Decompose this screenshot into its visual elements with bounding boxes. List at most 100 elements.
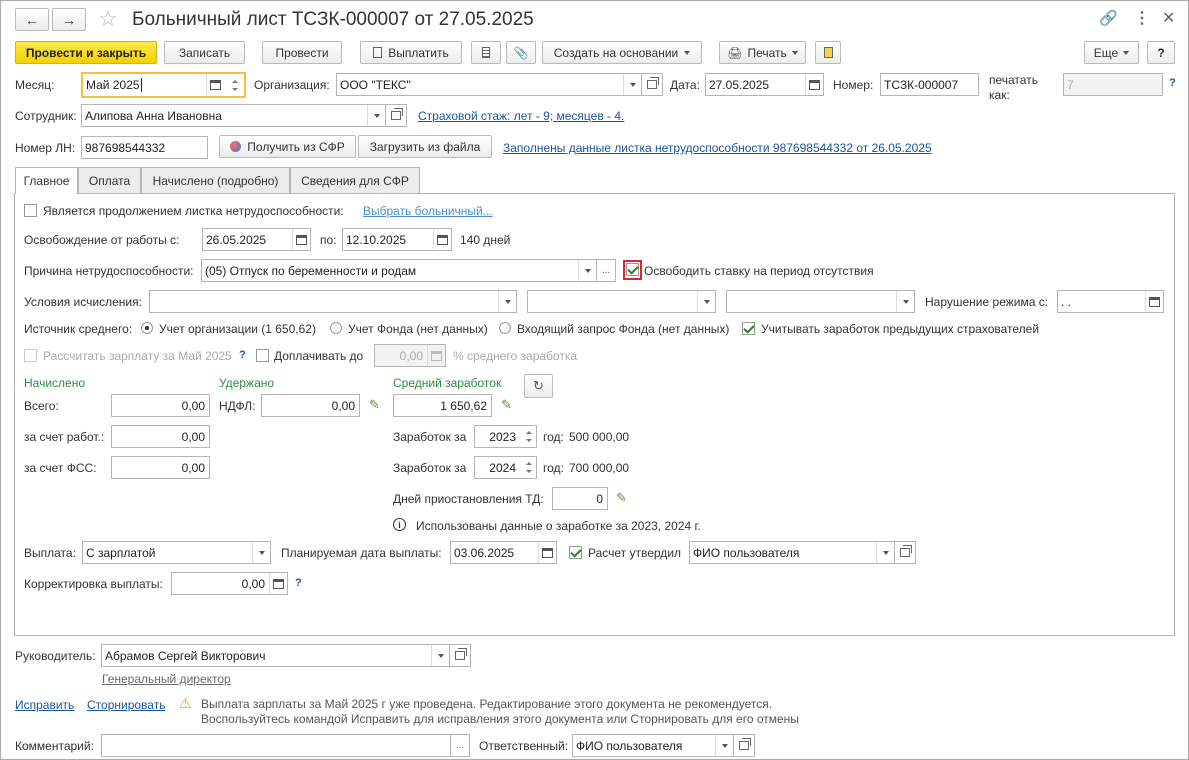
pay-button[interactable]: Выплатить — [360, 41, 462, 64]
earn2-year-field[interactable]: 2024 — [474, 456, 537, 479]
topup-calculator[interactable] — [427, 345, 445, 366]
month-field[interactable]: Май 2025 — [81, 72, 246, 98]
topup-checkbox[interactable] — [256, 349, 269, 362]
approved-field[interactable]: ФИО пользователя — [689, 541, 895, 564]
comment-expand-button[interactable]: ... — [450, 734, 470, 757]
comment-field[interactable] — [101, 734, 451, 757]
condition-3-field[interactable] — [726, 290, 915, 313]
number-field[interactable]: ТСЗК-000007 — [880, 73, 979, 96]
employee-open-button[interactable] — [385, 104, 407, 127]
calc-salary-checkbox[interactable] — [24, 349, 37, 362]
suspension-field[interactable]: 0 — [552, 487, 608, 510]
payout-field[interactable]: С зарплатой — [82, 541, 271, 564]
list-button[interactable] — [471, 41, 501, 64]
violation-calendar[interactable] — [1145, 291, 1163, 312]
more-vertical-icon[interactable]: ⋮ — [1134, 8, 1150, 28]
release-to-field[interactable]: 12.10.2025 — [342, 228, 452, 251]
employee-dropdown[interactable] — [367, 105, 385, 126]
responsible-open-button[interactable] — [733, 734, 755, 757]
condition-2-field[interactable] — [527, 290, 716, 313]
total-field[interactable]: 0,00 — [111, 394, 210, 417]
ln-field[interactable]: 987698544332 — [81, 136, 208, 159]
avg-edit-icon[interactable]: ✎ — [501, 398, 515, 412]
free-rate-checkbox[interactable] — [626, 263, 639, 276]
manager-position-link[interactable]: Генеральный директор — [102, 672, 231, 686]
responsible-dropdown[interactable] — [715, 735, 733, 756]
choose-sick-leave-link[interactable]: Выбрать больничный... — [363, 204, 493, 218]
approved-checkbox[interactable] — [569, 546, 582, 559]
correction-calculator[interactable] — [269, 573, 287, 594]
date-calendar-button[interactable] — [805, 74, 823, 95]
post-and-close-button[interactable]: Провести и закрыть — [15, 41, 157, 64]
close-icon[interactable]: ✕ — [1162, 8, 1175, 28]
insurance-experience-link[interactable]: Страховой стаж: лет - 9; месяцев - 4. — [418, 109, 624, 123]
post-button[interactable]: Провести — [262, 41, 342, 64]
release-to-calendar[interactable] — [433, 229, 451, 250]
suspension-edit-icon[interactable]: ✎ — [616, 491, 630, 505]
condition-1-dropdown[interactable] — [498, 291, 516, 312]
attach-button[interactable]: 📎 — [506, 41, 536, 64]
payout-dropdown[interactable] — [252, 542, 270, 563]
earn1-year-field[interactable]: 2023 — [474, 425, 537, 448]
source-fund-radio[interactable] — [330, 322, 342, 334]
tab-main[interactable]: Главное — [15, 167, 78, 194]
employer-field[interactable]: 0,00 — [111, 425, 210, 448]
tab-payment[interactable]: Оплата — [78, 167, 141, 193]
report-button[interactable] — [815, 41, 841, 64]
more-button[interactable]: Еще — [1084, 41, 1139, 64]
release-from-field[interactable]: 26.05.2025 — [202, 228, 311, 251]
violation-field[interactable]: . . — [1057, 290, 1164, 313]
reason-select-button[interactable]: ... — [596, 259, 616, 282]
correction-field[interactable]: 0,00 — [171, 572, 288, 595]
create-based-button[interactable]: Создать на основании — [542, 41, 702, 64]
fss-field[interactable]: 0,00 — [111, 456, 210, 479]
approved-dropdown[interactable] — [876, 542, 894, 563]
manager-field[interactable]: Абрамов Сергей Викторович — [101, 644, 450, 667]
save-button[interactable]: Записать — [164, 41, 245, 64]
filled-data-link[interactable]: Заполнены данные листка нетрудоспособнос… — [503, 141, 932, 155]
fix-link[interactable]: Исправить — [15, 698, 74, 712]
calendar-button[interactable] — [206, 74, 224, 96]
source-request-radio[interactable] — [499, 322, 511, 334]
print-button[interactable]: 🖨 Печать — [719, 41, 806, 64]
manager-dropdown[interactable] — [431, 645, 449, 666]
calc-salary-help[interactable]: ? — [239, 349, 246, 361]
responsible-field[interactable]: ФИО пользователя — [572, 734, 734, 757]
correction-help[interactable]: ? — [295, 577, 302, 589]
date-field[interactable]: 27.05.2025 — [705, 73, 824, 96]
tab-accrued-detail[interactable]: Начислено (подробно) — [141, 167, 290, 193]
tab-sfr-info[interactable]: Сведения для СФР — [290, 167, 420, 193]
get-from-sfr-button[interactable]: Получить из СФР — [219, 135, 356, 158]
approved-open-button[interactable] — [894, 541, 916, 564]
print-as-help[interactable]: ? — [1169, 77, 1176, 89]
org-dropdown[interactable] — [623, 74, 641, 95]
link-icon[interactable]: 🔗 — [1099, 9, 1118, 27]
manager-open-button[interactable] — [449, 644, 471, 667]
condition-1-field[interactable] — [149, 290, 517, 313]
print-as-field[interactable]: 7 — [1063, 73, 1163, 96]
earn2-year-spinner[interactable] — [522, 457, 536, 478]
source-org-radio[interactable] — [141, 322, 153, 334]
help-button[interactable]: ? — [1147, 41, 1175, 64]
planned-calendar[interactable] — [538, 542, 556, 563]
reason-field[interactable]: (05) Отпуск по беременности и родам — [201, 259, 597, 282]
org-open-button[interactable] — [641, 73, 663, 96]
org-field[interactable]: ООО "ТЕКС" — [336, 73, 642, 96]
condition-2-dropdown[interactable] — [697, 291, 715, 312]
forward-button[interactable]: → — [52, 8, 86, 31]
earn1-year-spinner[interactable] — [522, 426, 536, 447]
ndfl-field[interactable]: 0,00 — [261, 394, 360, 417]
load-from-file-button[interactable]: Загрузить из файла — [358, 135, 492, 158]
continuation-checkbox[interactable] — [24, 204, 37, 217]
back-button[interactable]: ← — [15, 8, 49, 31]
avg-field[interactable]: 1 650,62 — [393, 394, 492, 417]
planned-field[interactable]: 03.06.2025 — [450, 541, 557, 564]
condition-3-dropdown[interactable] — [896, 291, 914, 312]
refresh-button[interactable]: ↻ — [524, 374, 553, 398]
topup-field[interactable]: 0,00 — [374, 344, 446, 367]
star-icon[interactable]: ☆ — [98, 6, 118, 32]
month-spinner[interactable] — [226, 74, 244, 96]
prev-insurers-checkbox[interactable] — [742, 322, 755, 335]
reverse-link[interactable]: Сторнировать — [87, 698, 165, 712]
release-from-calendar[interactable] — [292, 229, 310, 250]
